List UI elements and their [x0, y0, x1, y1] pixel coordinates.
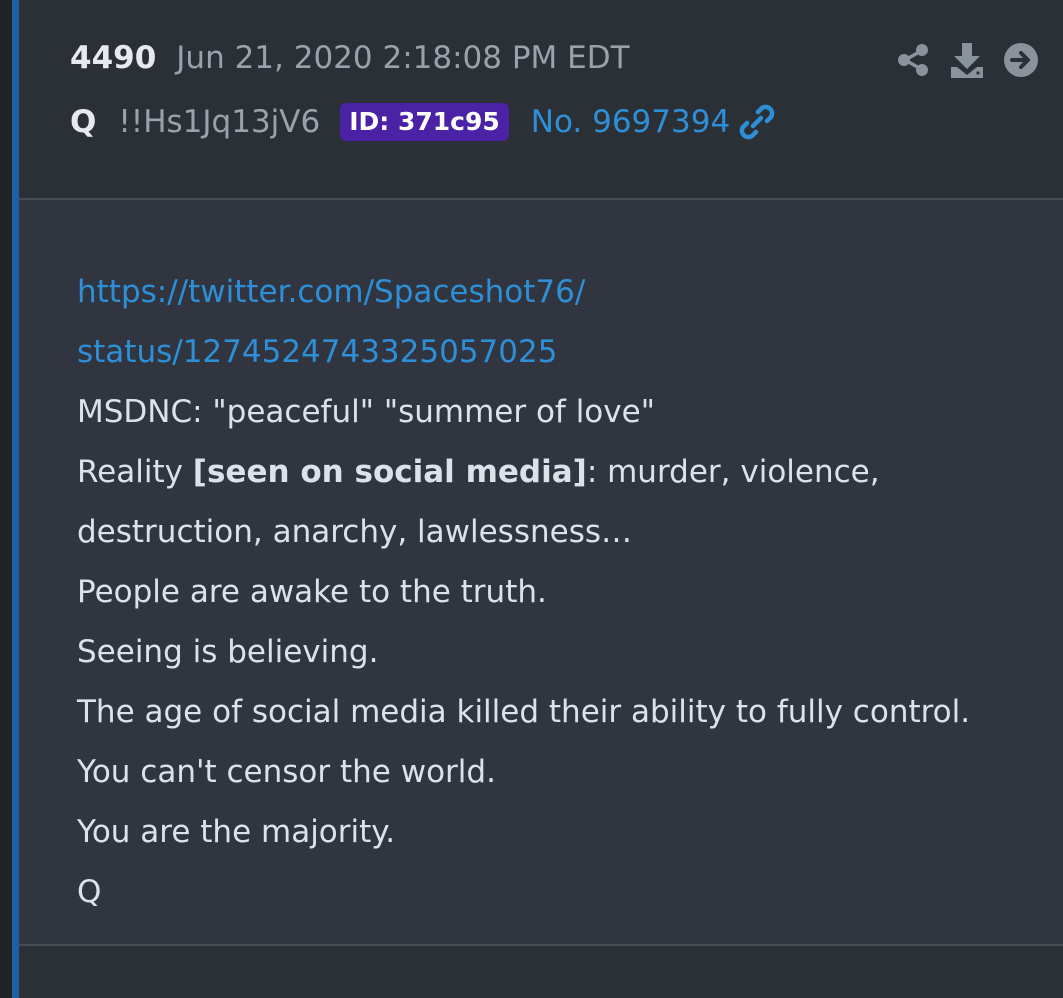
body-line-6: The age of social media killed their abi… — [77, 694, 971, 730]
body-line-8: You are the majority. — [77, 814, 396, 850]
arrow-right-circle-icon[interactable] — [1003, 40, 1039, 80]
link-icon[interactable] — [738, 103, 776, 141]
body-line-2-suffix: : murder, violence, — [586, 454, 880, 490]
post-signature: Q — [77, 874, 102, 910]
download-icon[interactable] — [949, 40, 985, 80]
body-line-3: destruction, anarchy, lawlessness… — [77, 514, 633, 550]
left-gutter — [0, 0, 12, 998]
tweet-link[interactable]: https://twitter.com/Spaceshot76/ — [77, 262, 1047, 322]
post-number-link[interactable]: No. 9697394 — [531, 104, 730, 140]
tripcode: !!Hs1Jq13jV6 — [118, 104, 321, 140]
share-icon[interactable] — [895, 40, 931, 80]
body-line-2-prefix: Reality — [77, 454, 193, 490]
post-header: 4490 Jun 21, 2020 2:18:08 PM EDT Q !!Hs1… — [19, 0, 1063, 200]
body-line-1: MSDNC: "peaceful" "summer of love" — [77, 394, 655, 430]
post-actions — [877, 40, 1039, 80]
author-name: Q — [70, 104, 97, 140]
tweet-link-line-1: https://twitter.com/Spaceshot76/ — [77, 274, 586, 310]
post-card: 4490 Jun 21, 2020 2:18:08 PM EDT Q !!Hs1… — [19, 0, 1063, 998]
body-line-2: Reality [seen on social media]: murder, … — [77, 442, 1047, 502]
post-date: Jun 21, 2020 2:18:08 PM EDT — [176, 40, 630, 76]
tweet-link-continued[interactable]: status/1274524743325057025 — [77, 322, 1047, 382]
body-line-5: Seeing is believing. — [77, 634, 379, 670]
body-line-7: You can't censor the world. — [77, 754, 496, 790]
post-author-row: Q !!Hs1Jq13jV6 ID: 371c95 No. 9697394 — [70, 100, 776, 144]
body-line-4: People are awake to the truth. — [77, 574, 547, 610]
next-post — [19, 946, 1063, 998]
post-accent-bar — [12, 0, 19, 998]
post-content: https://twitter.com/Spaceshot76/ status/… — [77, 262, 1047, 922]
post-meta-row: 4490 Jun 21, 2020 2:18:08 PM EDT — [70, 40, 630, 84]
tweet-link-line-2: status/1274524743325057025 — [77, 334, 558, 370]
body-line-2-bold: [seen on social media] — [192, 454, 587, 490]
post-number: 4490 — [70, 40, 157, 76]
id-badge[interactable]: ID: 371c95 — [340, 103, 509, 141]
